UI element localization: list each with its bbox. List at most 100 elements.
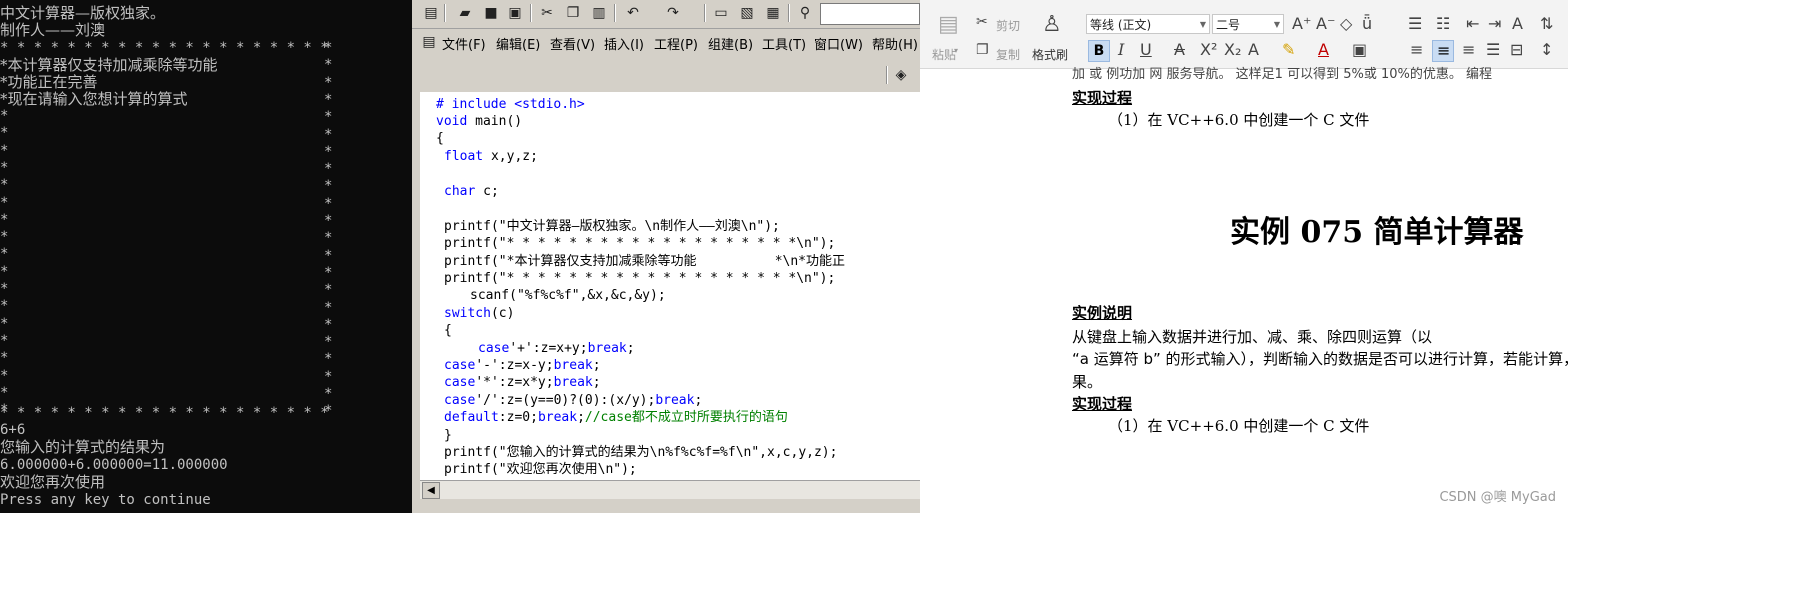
code-line: }	[444, 428, 452, 443]
font-color-icon[interactable]: A	[1318, 40, 1329, 59]
code-line: char c;	[444, 184, 499, 199]
superscript-icon[interactable]: X²	[1200, 40, 1217, 59]
clear-format-icon[interactable]: ◇	[1340, 14, 1352, 33]
sort-icon[interactable]: ⇅	[1540, 14, 1553, 33]
code-line: # include <stdio.h>	[436, 97, 585, 112]
paste-icon[interactable]: ▤	[938, 12, 959, 37]
grow-font-icon[interactable]: A⁺	[1292, 14, 1311, 33]
save-icon[interactable]: ■	[482, 4, 500, 22]
toolbar-separator	[704, 4, 706, 22]
copy-label[interactable]: 复制	[996, 46, 1020, 63]
scroll-left-icon[interactable]: ◀	[422, 482, 440, 499]
justify-icon[interactable]: ☰	[1486, 40, 1500, 59]
body-text: “a 运算符 b” 的形式输入），判断输入的数据是否可以进行计算，若能计算，	[1072, 350, 1568, 368]
char-border-icon[interactable]: ▣	[1352, 40, 1367, 59]
font-name-select[interactable]: 等线 (正文) ▼	[1086, 14, 1210, 34]
step-text: （1）在 VC++6.0 中创建一个 C 文件	[1108, 417, 1370, 435]
console-line: 您输入的计算式的结果为	[0, 438, 166, 456]
chinese-layout-icon[interactable]: A	[1512, 14, 1523, 33]
chevron-down-icon: ▼	[1199, 20, 1206, 29]
console-star-left: *	[0, 315, 9, 332]
console-line: 制作人——刘澳	[0, 21, 106, 39]
body-text: 从键盘上输入数据并进行加、减、乘、除四则运算（以	[1072, 328, 1433, 346]
open-folder-icon[interactable]: ▰	[456, 4, 474, 22]
decrease-indent-icon[interactable]: ⇤	[1466, 14, 1479, 33]
ide-menubar: ▤ 文件(F) 编辑(E) 查看(V) 插入(I) 工程(P) 组建(B) 工具…	[412, 30, 920, 56]
redo-icon[interactable]: ↷	[664, 4, 682, 22]
save-all-icon[interactable]: ▣	[506, 4, 524, 22]
undo-icon[interactable]: ↶	[624, 4, 642, 22]
align-left-icon[interactable]: ≡	[1410, 40, 1423, 59]
menu-view[interactable]: 查看(V)	[550, 34, 595, 53]
output-icon[interactable]: ▧	[738, 4, 756, 22]
text-effect-icon[interactable]: A	[1248, 40, 1259, 59]
console-line: *本计算器仅支持加减乘除等功能	[0, 56, 218, 74]
align-right-icon[interactable]: ≡	[1462, 40, 1475, 59]
menu-project[interactable]: 工程(P)	[654, 34, 698, 53]
code-line: default:z=0;break;//case都不成立时所要执行的语句	[444, 410, 788, 425]
menu-build[interactable]: 组建(B)	[708, 34, 753, 53]
workspace-icon[interactable]: ▭	[712, 4, 730, 22]
paste-label[interactable]: 粘贴	[932, 46, 956, 63]
line-spacing-icon[interactable]: ↕	[1540, 40, 1553, 59]
underline-icon[interactable]: U	[1140, 40, 1152, 59]
numbering-icon[interactable]: ☷	[1436, 14, 1450, 33]
document-page[interactable]: 加 或 例功加 网 服务导航。 这样足1 可以得到 5%或 10%的优惠。 编程…	[920, 67, 1568, 513]
code-editor[interactable]: # include <stdio.h> void main() { float …	[420, 92, 920, 480]
word-window: ▤ 粘贴 ▾ ✂ 剪切 ❐ 复制 ♙ 格式刷 等线 (正文) ▼ 二号 ▼ A⁺ A…	[920, 0, 1568, 513]
font-size-select[interactable]: 二号 ▼	[1212, 14, 1284, 34]
shrink-font-icon[interactable]: A⁻	[1316, 14, 1335, 33]
console-line: 欢迎您再次使用	[0, 473, 106, 491]
compile-icon[interactable]: ◈	[892, 66, 910, 84]
console-star-left: *	[0, 263, 9, 280]
cut-icon[interactable]: ✂	[976, 14, 988, 30]
increase-indent-icon[interactable]: ⇥	[1488, 14, 1501, 33]
menu-help[interactable]: 帮助(H)	[872, 34, 918, 53]
copy-icon[interactable]: ❐	[564, 4, 582, 22]
new-file-icon[interactable]: ▤	[422, 4, 440, 22]
format-painter-label[interactable]: 格式刷	[1032, 46, 1068, 63]
toolbar-separator	[788, 4, 790, 22]
copy-icon[interactable]: ❐	[976, 42, 989, 58]
phonetic-guide-icon[interactable]: ǖ	[1362, 14, 1372, 33]
code-line: case'-':z=x-y;break;	[444, 358, 601, 373]
paste-icon[interactable]: ▥	[590, 4, 608, 22]
console-star-left: *	[0, 246, 9, 263]
find-combo-input[interactable]	[820, 3, 920, 25]
toolbar-separator	[444, 4, 446, 22]
menu-window[interactable]: 窗口(W)	[814, 34, 863, 53]
console-star-right: *	[324, 126, 333, 143]
highlight-icon[interactable]: ✎	[1282, 40, 1295, 59]
align-center-button[interactable]: ≡	[1432, 40, 1454, 62]
bold-button[interactable]: B	[1088, 40, 1110, 62]
find-in-files-icon[interactable]: ⚲	[796, 4, 814, 22]
cut-icon[interactable]: ✂	[538, 4, 556, 22]
code-line: case'*':z=x*y;break;	[444, 375, 601, 390]
strikethrough-icon[interactable]: A	[1174, 40, 1185, 59]
menu-edit[interactable]: 编辑(E)	[496, 34, 540, 53]
console-star-right: *	[324, 109, 333, 126]
section-heading: 实例说明	[1072, 304, 1133, 322]
chevron-down-icon[interactable]: ▾	[954, 46, 958, 55]
horizontal-scrollbar[interactable]: ◀	[420, 480, 920, 499]
code-line: printf("欢迎您再次使用\n");	[444, 462, 637, 477]
bullets-icon[interactable]: ☰	[1408, 14, 1422, 33]
console-line: *现在请输入您想计算的算式	[0, 90, 188, 108]
watermark: CSDN @噢 MyGad	[1439, 490, 1556, 505]
menu-file[interactable]: 文件(F)	[442, 34, 486, 53]
format-painter-icon[interactable]: ♙	[1042, 12, 1062, 37]
console-line: 6.000000+6.000000=11.000000	[0, 457, 228, 473]
console-star-right: *	[324, 195, 333, 212]
distribute-icon[interactable]: ⊟	[1510, 40, 1523, 59]
subscript-icon[interactable]: X₂	[1224, 40, 1241, 59]
toolbar-separator	[886, 66, 888, 84]
menu-insert[interactable]: 插入(I)	[604, 34, 644, 53]
ide-window: ▤ ▰ ■ ▣ ✂ ❐ ▥ ↶ ↷ ▭ ▧ ▦ ⚲ ▤ 文件(F) 编辑(E) …	[412, 0, 920, 513]
console-star-right: *	[324, 40, 333, 56]
console-star-left: *	[0, 229, 9, 246]
italic-icon[interactable]: I	[1118, 40, 1124, 59]
menu-tools[interactable]: 工具(T)	[762, 34, 806, 53]
cut-label[interactable]: 剪切	[996, 17, 1020, 34]
window-list-icon[interactable]: ▦	[764, 4, 782, 22]
console-star-left: *	[0, 350, 9, 367]
